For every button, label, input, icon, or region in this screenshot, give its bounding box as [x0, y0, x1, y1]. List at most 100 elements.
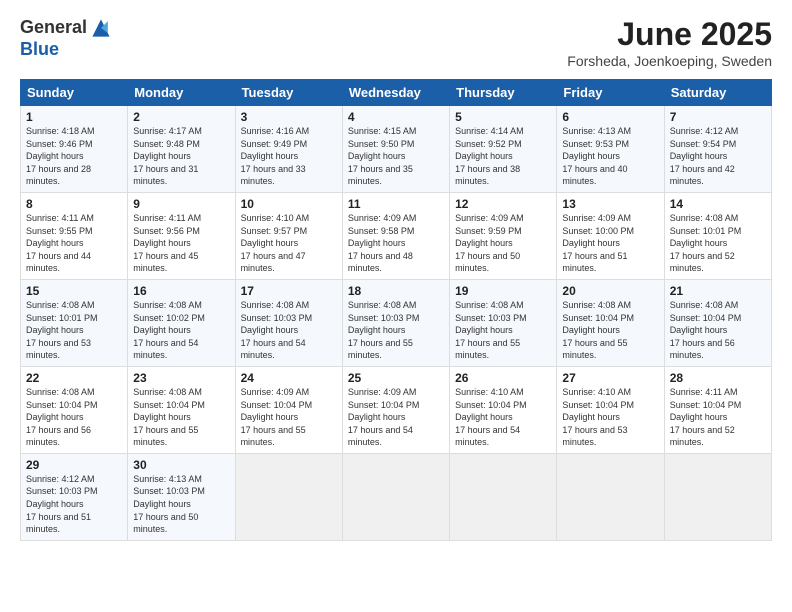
day-info: Sunrise: 4:09 AMSunset: 10:04 PMDaylight… — [348, 387, 420, 447]
day-info: Sunrise: 4:13 AMSunset: 10:03 PMDaylight… — [133, 474, 205, 534]
day-number: 5 — [455, 110, 551, 124]
day-number: 18 — [348, 284, 444, 298]
day-number: 23 — [133, 371, 229, 385]
header-friday: Friday — [557, 80, 664, 106]
header: General Blue June 2025 Forsheda, Joenkoe… — [20, 16, 772, 69]
calendar-cell: 24 Sunrise: 4:09 AMSunset: 10:04 PMDayli… — [235, 366, 342, 453]
calendar-cell: 7 Sunrise: 4:12 AMSunset: 9:54 PMDayligh… — [664, 106, 771, 193]
calendar-week-1: 1 Sunrise: 4:18 AMSunset: 9:46 PMDayligh… — [21, 106, 772, 193]
day-number: 21 — [670, 284, 766, 298]
calendar-cell: 10 Sunrise: 4:10 AMSunset: 9:57 PMDaylig… — [235, 192, 342, 279]
day-number: 2 — [133, 110, 229, 124]
calendar-title: June 2025 — [567, 16, 772, 53]
day-number: 11 — [348, 197, 444, 211]
calendar-cell: 3 Sunrise: 4:16 AMSunset: 9:49 PMDayligh… — [235, 106, 342, 193]
calendar-subtitle: Forsheda, Joenkoeping, Sweden — [567, 53, 772, 69]
calendar-cell: 14 Sunrise: 4:08 AMSunset: 10:01 PMDayli… — [664, 192, 771, 279]
day-number: 27 — [562, 371, 658, 385]
day-info: Sunrise: 4:08 AMSunset: 10:04 PMDaylight… — [133, 387, 205, 447]
header-tuesday: Tuesday — [235, 80, 342, 106]
calendar-cell: 11 Sunrise: 4:09 AMSunset: 9:58 PMDaylig… — [342, 192, 449, 279]
day-info: Sunrise: 4:13 AMSunset: 9:53 PMDaylight … — [562, 126, 631, 186]
day-number: 20 — [562, 284, 658, 298]
day-info: Sunrise: 4:11 AMSunset: 9:56 PMDaylight … — [133, 213, 201, 273]
calendar-cell: 22 Sunrise: 4:08 AMSunset: 10:04 PMDayli… — [21, 366, 128, 453]
day-info: Sunrise: 4:09 AMSunset: 10:04 PMDaylight… — [241, 387, 313, 447]
calendar-week-4: 22 Sunrise: 4:08 AMSunset: 10:04 PMDayli… — [21, 366, 772, 453]
header-wednesday: Wednesday — [342, 80, 449, 106]
calendar-cell: 16 Sunrise: 4:08 AMSunset: 10:02 PMDayli… — [128, 279, 235, 366]
logo: General Blue — [20, 16, 113, 60]
calendar-cell: 9 Sunrise: 4:11 AMSunset: 9:56 PMDayligh… — [128, 192, 235, 279]
logo-blue-text: Blue — [20, 39, 59, 59]
day-info: Sunrise: 4:18 AMSunset: 9:46 PMDaylight … — [26, 126, 95, 186]
calendar-cell: 25 Sunrise: 4:09 AMSunset: 10:04 PMDayli… — [342, 366, 449, 453]
day-number: 13 — [562, 197, 658, 211]
logo-general-text: General — [20, 18, 87, 38]
day-number: 28 — [670, 371, 766, 385]
calendar-cell: 13 Sunrise: 4:09 AMSunset: 10:00 PMDayli… — [557, 192, 664, 279]
day-info: Sunrise: 4:12 AMSunset: 9:54 PMDaylight … — [670, 126, 739, 186]
day-info: Sunrise: 4:08 AMSunset: 10:01 PMDaylight… — [26, 300, 98, 360]
day-info: Sunrise: 4:08 AMSunset: 10:03 PMDaylight… — [455, 300, 527, 360]
calendar-table: Sunday Monday Tuesday Wednesday Thursday… — [20, 79, 772, 541]
calendar-cell: 2 Sunrise: 4:17 AMSunset: 9:48 PMDayligh… — [128, 106, 235, 193]
day-info: Sunrise: 4:08 AMSunset: 10:04 PMDaylight… — [670, 300, 742, 360]
day-number: 14 — [670, 197, 766, 211]
calendar-cell: 4 Sunrise: 4:15 AMSunset: 9:50 PMDayligh… — [342, 106, 449, 193]
day-number: 16 — [133, 284, 229, 298]
calendar-cell — [342, 453, 449, 540]
calendar-cell — [664, 453, 771, 540]
calendar-week-5: 29 Sunrise: 4:12 AMSunset: 10:03 PMDayli… — [21, 453, 772, 540]
logo-icon — [89, 16, 113, 40]
calendar-cell: 21 Sunrise: 4:08 AMSunset: 10:04 PMDayli… — [664, 279, 771, 366]
calendar-header-row: Sunday Monday Tuesday Wednesday Thursday… — [21, 80, 772, 106]
calendar-cell: 30 Sunrise: 4:13 AMSunset: 10:03 PMDayli… — [128, 453, 235, 540]
calendar-cell: 6 Sunrise: 4:13 AMSunset: 9:53 PMDayligh… — [557, 106, 664, 193]
day-number: 15 — [26, 284, 122, 298]
day-number: 1 — [26, 110, 122, 124]
calendar-cell: 26 Sunrise: 4:10 AMSunset: 10:04 PMDayli… — [450, 366, 557, 453]
header-sunday: Sunday — [21, 80, 128, 106]
calendar-cell: 27 Sunrise: 4:10 AMSunset: 10:04 PMDayli… — [557, 366, 664, 453]
day-number: 10 — [241, 197, 337, 211]
day-number: 30 — [133, 458, 229, 472]
day-info: Sunrise: 4:08 AMSunset: 10:03 PMDaylight… — [348, 300, 420, 360]
header-saturday: Saturday — [664, 80, 771, 106]
day-number: 25 — [348, 371, 444, 385]
day-info: Sunrise: 4:08 AMSunset: 10:01 PMDaylight… — [670, 213, 742, 273]
day-info: Sunrise: 4:10 AMSunset: 10:04 PMDaylight… — [562, 387, 634, 447]
calendar-cell: 19 Sunrise: 4:08 AMSunset: 10:03 PMDayli… — [450, 279, 557, 366]
day-number: 7 — [670, 110, 766, 124]
page: General Blue June 2025 Forsheda, Joenkoe… — [0, 0, 792, 612]
day-info: Sunrise: 4:08 AMSunset: 10:04 PMDaylight… — [26, 387, 98, 447]
calendar-cell — [235, 453, 342, 540]
day-info: Sunrise: 4:15 AMSunset: 9:50 PMDaylight … — [348, 126, 417, 186]
day-number: 6 — [562, 110, 658, 124]
day-number: 9 — [133, 197, 229, 211]
day-info: Sunrise: 4:14 AMSunset: 9:52 PMDaylight … — [455, 126, 524, 186]
calendar-cell — [450, 453, 557, 540]
day-number: 19 — [455, 284, 551, 298]
calendar-cell: 20 Sunrise: 4:08 AMSunset: 10:04 PMDayli… — [557, 279, 664, 366]
day-info: Sunrise: 4:11 AMSunset: 9:55 PMDaylight … — [26, 213, 94, 273]
calendar-cell: 18 Sunrise: 4:08 AMSunset: 10:03 PMDayli… — [342, 279, 449, 366]
day-info: Sunrise: 4:16 AMSunset: 9:49 PMDaylight … — [241, 126, 310, 186]
calendar-cell: 29 Sunrise: 4:12 AMSunset: 10:03 PMDayli… — [21, 453, 128, 540]
title-block: June 2025 Forsheda, Joenkoeping, Sweden — [567, 16, 772, 69]
calendar-cell — [557, 453, 664, 540]
calendar-cell: 15 Sunrise: 4:08 AMSunset: 10:01 PMDayli… — [21, 279, 128, 366]
day-info: Sunrise: 4:08 AMSunset: 10:03 PMDaylight… — [241, 300, 313, 360]
day-number: 22 — [26, 371, 122, 385]
header-monday: Monday — [128, 80, 235, 106]
calendar-cell: 28 Sunrise: 4:11 AMSunset: 10:04 PMDayli… — [664, 366, 771, 453]
day-info: Sunrise: 4:10 AMSunset: 9:57 PMDaylight … — [241, 213, 310, 273]
day-info: Sunrise: 4:17 AMSunset: 9:48 PMDaylight … — [133, 126, 202, 186]
day-number: 29 — [26, 458, 122, 472]
calendar-cell: 8 Sunrise: 4:11 AMSunset: 9:55 PMDayligh… — [21, 192, 128, 279]
day-number: 3 — [241, 110, 337, 124]
day-info: Sunrise: 4:09 AMSunset: 9:58 PMDaylight … — [348, 213, 417, 273]
calendar-week-2: 8 Sunrise: 4:11 AMSunset: 9:55 PMDayligh… — [21, 192, 772, 279]
day-number: 26 — [455, 371, 551, 385]
day-info: Sunrise: 4:12 AMSunset: 10:03 PMDaylight… — [26, 474, 98, 534]
